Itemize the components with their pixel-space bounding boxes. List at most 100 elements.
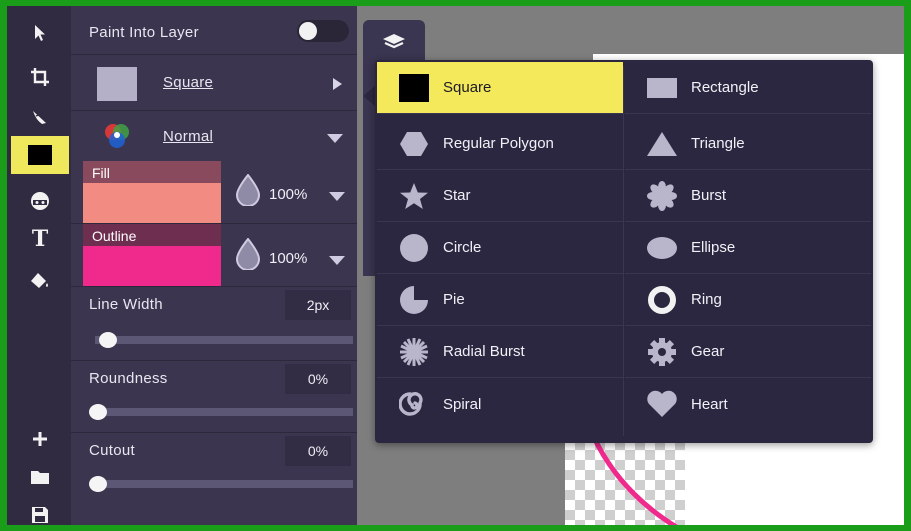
menu-item-regular-polygon[interactable]: Regular Polygon — [377, 118, 623, 170]
menu-item-rectangle[interactable]: Rectangle — [625, 62, 871, 114]
fill-opacity-chevron-icon[interactable] — [329, 192, 345, 201]
fill-label: Fill — [83, 161, 221, 183]
roundness-slider[interactable] — [87, 402, 353, 422]
cutout-label: Cutout — [89, 442, 135, 459]
slider-track — [95, 480, 353, 488]
shape-tool[interactable] — [11, 136, 69, 174]
ellipse-icon — [645, 233, 679, 263]
circle-icon — [397, 233, 431, 263]
select-tool[interactable] — [11, 14, 69, 52]
opacity-drop-icon — [235, 174, 261, 206]
rectangle-icon — [645, 73, 679, 103]
slider-thumb[interactable] — [89, 476, 107, 492]
menu-item-label: Spiral — [443, 395, 482, 413]
menu-item-label: Radial Burst — [443, 343, 525, 360]
paint-into-layer-toggle[interactable] — [297, 20, 349, 42]
divider — [71, 432, 357, 433]
outline-label: Outline — [83, 224, 221, 246]
line-width-value[interactable]: 2px — [285, 290, 351, 320]
pointer-arrow-icon — [35, 25, 45, 41]
blend-mode-label: Normal — [163, 128, 214, 145]
star-icon — [397, 181, 431, 211]
chevron-right-icon — [333, 78, 342, 90]
fill-color — [83, 183, 221, 223]
menu-item-label: Gear — [691, 343, 725, 360]
shape-selector-label: Square — [163, 74, 214, 91]
fill-opacity-value[interactable]: 100% — [269, 186, 307, 203]
menu-item-label: Ellipse — [691, 239, 736, 256]
square-icon — [397, 73, 431, 103]
app-frame: T Paint Into Layer Square Normal Fill 10… — [0, 0, 911, 531]
layers-icon — [383, 34, 405, 49]
text-icon: T — [31, 226, 49, 252]
menu-item-label: Rectangle — [691, 79, 759, 96]
shapes-menu: Square Regular Polygon Star Circle Pie R… — [375, 60, 873, 443]
shape-properties-panel: Paint Into Layer Square Normal Fill 100%… — [71, 6, 357, 525]
menu-item-label: Regular Polygon — [443, 135, 554, 152]
roundness-value[interactable]: 0% — [285, 364, 351, 394]
burst-icon — [645, 180, 679, 211]
hexagon-icon — [397, 129, 431, 159]
text-tool[interactable]: T — [11, 220, 69, 258]
outline-opacity-value[interactable]: 100% — [269, 250, 307, 267]
sticker-tool[interactable] — [11, 182, 69, 220]
menu-item-ellipse[interactable]: Ellipse — [625, 222, 871, 274]
open-folder-button[interactable] — [11, 458, 69, 496]
menu-item-pie[interactable]: Pie — [377, 274, 623, 326]
cutout-slider[interactable] — [87, 474, 353, 494]
roundness-label: Roundness — [89, 370, 168, 387]
cutout-value[interactable]: 0% — [285, 436, 351, 466]
blend-mode-icon — [105, 124, 129, 148]
fill-color-swatch[interactable]: Fill — [83, 161, 221, 223]
paint-bucket-icon — [31, 273, 48, 288]
toggle-knob — [299, 22, 317, 40]
menu-item-burst[interactable]: Burst — [625, 170, 871, 222]
square-shape-icon — [28, 145, 52, 165]
current-shape-preview — [97, 67, 137, 101]
menu-item-triangle[interactable]: Triangle — [625, 118, 871, 170]
pie-icon — [397, 285, 431, 315]
outline-opacity-chevron-icon[interactable] — [329, 256, 345, 265]
menu-item-label: Circle — [443, 239, 482, 256]
menu-item-heart[interactable]: Heart — [625, 378, 871, 430]
menu-item-spiral[interactable]: Spiral — [377, 378, 623, 430]
menu-item-radial-burst[interactable]: Radial Burst — [377, 326, 623, 378]
popup-pointer — [363, 86, 375, 106]
slider-track — [95, 408, 353, 416]
slider-thumb[interactable] — [89, 404, 107, 420]
plus-icon — [33, 432, 47, 446]
menu-item-label: Heart — [691, 395, 728, 413]
brush-icon — [33, 111, 46, 124]
divider — [71, 360, 357, 361]
outline-color-swatch[interactable]: Outline — [83, 224, 221, 286]
triangle-icon — [645, 129, 679, 159]
menu-item-star[interactable]: Star — [377, 170, 623, 222]
slider-track — [95, 336, 353, 344]
menu-item-ring[interactable]: Ring — [625, 274, 871, 326]
menu-item-gear[interactable]: Gear — [625, 326, 871, 378]
floppy-disk-icon — [32, 507, 48, 523]
menu-item-square[interactable]: Square — [377, 62, 623, 114]
menu-item-label: Star — [443, 187, 471, 204]
opacity-drop-icon — [235, 238, 261, 270]
menu-item-label: Triangle — [691, 135, 745, 152]
save-button[interactable] — [11, 496, 69, 525]
shape-selector[interactable]: Square — [71, 54, 357, 110]
tool-sidebar: T — [7, 6, 71, 525]
crop-tool[interactable] — [11, 58, 69, 96]
heart-icon — [645, 389, 679, 419]
slider-thumb[interactable] — [99, 332, 117, 348]
paint-into-layer-label: Paint Into Layer — [89, 24, 199, 41]
brush-tool[interactable] — [11, 98, 69, 136]
radial-burst-icon — [397, 337, 431, 367]
divider — [71, 286, 357, 287]
menu-item-label: Square — [443, 79, 492, 96]
line-width-slider[interactable] — [87, 330, 353, 350]
line-width-label: Line Width — [89, 296, 163, 313]
blend-mode-dropdown[interactable]: Normal — [71, 110, 357, 162]
add-button[interactable] — [11, 420, 69, 458]
menu-column-divider — [623, 66, 624, 436]
fill-tool[interactable] — [11, 262, 69, 300]
menu-item-circle[interactable]: Circle — [377, 222, 623, 274]
menu-item-label: Pie — [443, 291, 465, 308]
